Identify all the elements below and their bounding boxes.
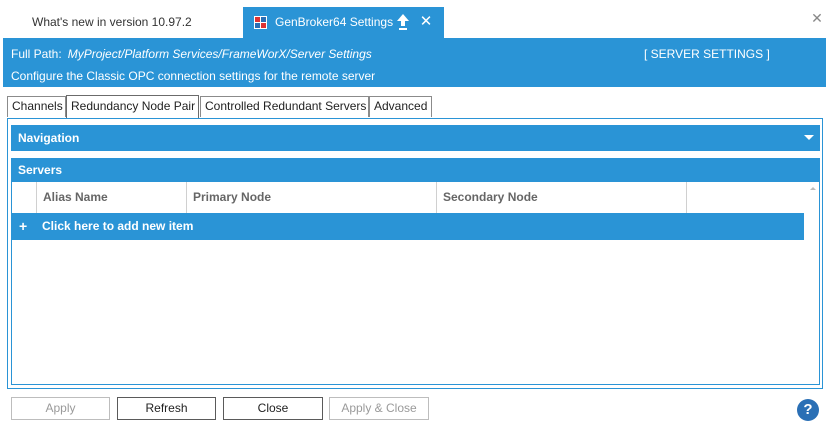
- apply-button[interactable]: Apply: [11, 397, 110, 420]
- tab-whats-new[interactable]: What's new in version 10.97.2: [0, 7, 243, 37]
- close-tab-icon[interactable]: ✕: [419, 14, 433, 30]
- add-new-item-label: Click here to add new item: [42, 219, 194, 233]
- grid-header: Alias Name Primary Node Secondary Node: [12, 182, 804, 213]
- redundancy-panel: Navigation Servers Alias Name Primary No…: [7, 118, 823, 389]
- document-tab-strip: What's new in version 10.97.2 GenBroker6…: [0, 0, 829, 38]
- servers-label: Servers: [18, 163, 63, 177]
- tab-channels[interactable]: Channels: [7, 96, 66, 117]
- help-icon[interactable]: ?: [797, 399, 819, 421]
- column-secondary-node[interactable]: Secondary Node: [437, 182, 687, 213]
- section-title: [ SERVER SETTINGS ]: [644, 47, 770, 61]
- add-new-item-row[interactable]: + Click here to add new item: [12, 213, 804, 240]
- scroll-up-icon[interactable]: [810, 187, 816, 190]
- grid-row-indicator-column: [12, 182, 37, 213]
- navigation-header[interactable]: Navigation: [11, 125, 820, 151]
- column-extra[interactable]: [687, 182, 804, 213]
- full-path-label: Full Path:: [11, 47, 62, 61]
- full-path: Full Path: MyProject/Platform Services/Fr…: [11, 47, 372, 61]
- settings-description: Configure the Classic OPC connection set…: [11, 69, 376, 83]
- chevron-down-icon[interactable]: [804, 135, 814, 140]
- servers-grid: Alias Name Primary Node Secondary Node +…: [11, 182, 820, 385]
- tab-redundancy-node-pair[interactable]: Redundancy Node Pair: [66, 95, 199, 118]
- plus-icon: +: [19, 218, 28, 234]
- close-button[interactable]: Close: [223, 397, 323, 420]
- servers-header: Servers: [11, 158, 820, 182]
- tab-controlled-redundant-servers[interactable]: Controlled Redundant Servers: [200, 96, 369, 117]
- full-path-value: MyProject/Platform Services/FrameWorX/Se…: [67, 47, 372, 61]
- tab-whats-new-label: What's new in version 10.97.2: [32, 15, 192, 29]
- apply-close-button[interactable]: Apply & Close: [329, 397, 429, 420]
- column-primary-node[interactable]: Primary Node: [187, 182, 437, 213]
- refresh-button[interactable]: Refresh: [117, 397, 216, 420]
- settings-banner: Full Path: MyProject/Platform Services/Fr…: [3, 38, 826, 87]
- tab-genbroker-settings[interactable]: GenBroker64 Settings ✕: [243, 7, 444, 38]
- tab-advanced[interactable]: Advanced: [369, 96, 432, 117]
- tab-genbroker-settings-label: GenBroker64 Settings: [275, 15, 394, 29]
- genbroker-icon: [254, 16, 267, 29]
- pin-up-arrow-icon[interactable]: [395, 13, 411, 31]
- window-close-icon[interactable]: ✕: [810, 11, 824, 25]
- navigation-label: Navigation: [18, 131, 80, 145]
- column-alias-name[interactable]: Alias Name: [37, 182, 187, 213]
